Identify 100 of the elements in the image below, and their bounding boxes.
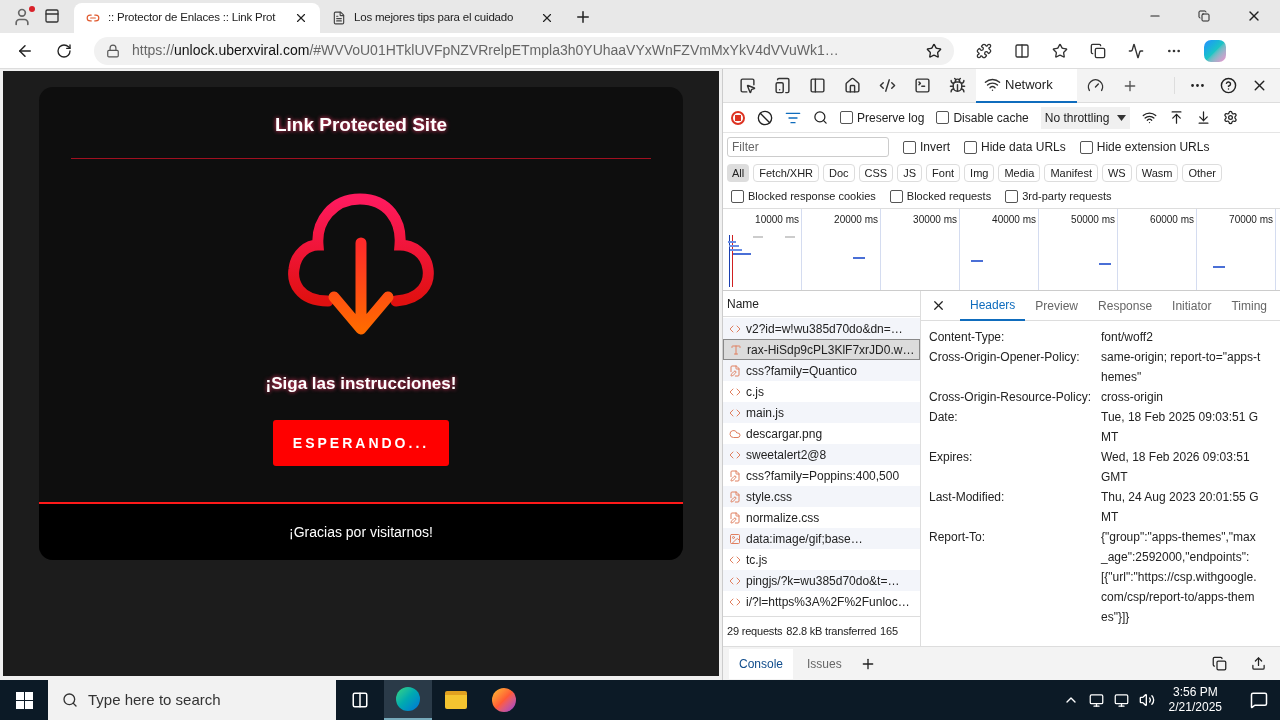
request-row[interactable]: main.js: [723, 402, 920, 423]
clear-icon[interactable]: [757, 109, 773, 126]
edge-icon[interactable]: [396, 687, 420, 711]
checkbox[interactable]: [1005, 190, 1019, 203]
request-row[interactable]: data:image/gif;base…: [723, 528, 920, 549]
detail-tab[interactable]: Preview: [1025, 290, 1089, 321]
reload-icon[interactable]: [56, 42, 72, 59]
type-filter[interactable]: Doc: [823, 164, 855, 182]
type-filter[interactable]: Font: [926, 164, 961, 182]
checkbox[interactable]: [731, 190, 744, 203]
request-row[interactable]: pingjs/?k=wu385d70do&t=…: [723, 570, 920, 591]
stylesheet-icon: [729, 364, 741, 377]
favorites-icon[interactable]: [1052, 42, 1068, 59]
tab-title: Los mejores tips para el cuidado: [354, 10, 515, 26]
detail-tab[interactable]: Headers: [960, 290, 1026, 321]
type-filter[interactable]: Wasm: [1135, 164, 1179, 182]
help-icon[interactable]: [1220, 77, 1237, 94]
undock-icon[interactable]: [1251, 656, 1266, 671]
profile-icon[interactable]: [12, 6, 32, 27]
header-name: Cross-Origin-Resource-Policy:: [929, 389, 1093, 406]
collections-icon[interactable]: [1090, 42, 1106, 59]
url-text: https://unlock.uberxviral.com/#WVVoU01HTklUVFpNZVRrelpETmpla3h0YUhaaVYxWnFZVmMxYkV4dVVuWk1…: [132, 41, 840, 60]
search-icon[interactable]: [813, 110, 828, 125]
favorite-icon[interactable]: [926, 42, 942, 59]
close-icon[interactable]: [540, 11, 554, 25]
new-tab-icon[interactable]: [574, 8, 592, 26]
windows-logo-icon[interactable]: [15, 691, 33, 709]
checkbox[interactable]: [889, 190, 903, 203]
tab-actions-icon[interactable]: [44, 8, 60, 24]
tab-title: :: Protector de Enlaces :: Link Prot: [108, 10, 277, 26]
drawer-tab[interactable]: Issues: [797, 648, 852, 679]
close-icon[interactable]: [294, 11, 308, 25]
request-row[interactable]: css?family=Quantico: [723, 360, 920, 381]
health-icon[interactable]: [1128, 42, 1144, 59]
checkbox[interactable]: [1079, 140, 1093, 154]
header-value: Thu, 24 Aug 2023 20:01:55 GMT: [1101, 489, 1260, 526]
type-filter[interactable]: Manifest: [1044, 164, 1098, 182]
checkbox-option[interactable]: Disable cache: [936, 108, 1029, 127]
request-row[interactable]: v2?id=w!wu385d70do&dn=…: [723, 318, 920, 339]
checkbox-option[interactable]: Preserve log: [840, 108, 925, 127]
network-conditions-icon[interactable]: [1142, 110, 1158, 125]
code-icon: [879, 77, 896, 94]
type-filter[interactable]: JS: [897, 164, 923, 182]
checkbox-option[interactable]: Blocked response cookies: [731, 188, 876, 205]
browser-tab[interactable]: Los mejores tips para el cuidado: [320, 3, 566, 33]
request-row[interactable]: sweetalert2@8: [723, 444, 920, 465]
dock-icon[interactable]: [1212, 656, 1227, 671]
clock[interactable]: 3:56 PM 2/21/2025: [1164, 685, 1226, 715]
browser-tab[interactable]: :: Protector de Enlaces :: Link Prot: [74, 3, 320, 33]
split-screen-icon[interactable]: [1014, 42, 1030, 59]
type-filter[interactable]: Fetch/XHR: [753, 164, 820, 182]
gauge-icon: [1086, 77, 1104, 94]
site-title: Link Protected Site: [274, 113, 448, 137]
type-filter[interactable]: WS: [1101, 164, 1132, 182]
checkbox-option[interactable]: Blocked requests: [889, 188, 992, 205]
link-icon: [86, 11, 100, 25]
checkbox[interactable]: [840, 111, 853, 124]
copilot-icon[interactable]: [1204, 39, 1226, 62]
checkbox-option[interactable]: 3rd-party requests: [1005, 188, 1112, 205]
address-bar[interactable]: https://unlock.uberxviral.com/#WVVoU01HTklUVFpNZVRrelpETmpla3h0YUhaaVYxWnFZVmMxYkV4dVVuWk1…: [94, 36, 954, 65]
detail-tab[interactable]: Timing: [1221, 290, 1277, 321]
checkbox[interactable]: [936, 111, 950, 124]
network-icon[interactable]: [1113, 692, 1129, 708]
type-filter[interactable]: Other: [1182, 164, 1222, 182]
header-value: cross-origin: [1101, 389, 1164, 406]
home-icon: [844, 77, 861, 94]
close-icon[interactable]: [931, 298, 946, 313]
header-value: Wed, 18 Feb 2026 09:03:51 GMT: [1101, 449, 1251, 486]
drawer-tab[interactable]: Console: [729, 648, 794, 679]
task-view-icon[interactable]: [351, 691, 369, 709]
checkbox-option[interactable]: Hide extension URLs: [1079, 138, 1210, 156]
restore-icon[interactable]: [1198, 10, 1210, 22]
network-tab[interactable]: Network: [976, 68, 1077, 103]
checkbox[interactable]: [903, 140, 916, 154]
type-filter[interactable]: Img: [964, 164, 995, 182]
waiting-button[interactable]: ESPERANDO...: [273, 420, 449, 466]
checkbox-option[interactable]: Invert: [903, 138, 950, 156]
time-tick: 20000 ms: [834, 213, 878, 227]
page-icon: [332, 11, 346, 25]
request-row[interactable]: style.css: [723, 486, 920, 507]
type-filter[interactable]: All: [727, 164, 750, 182]
taskbar-search[interactable]: Type here to search: [48, 680, 336, 720]
header-name: Expires:: [929, 449, 974, 466]
notifications-icon[interactable]: [1250, 691, 1268, 709]
extensions-icon[interactable]: [976, 42, 992, 59]
type-filter[interactable]: CSS: [858, 164, 894, 182]
record-icon[interactable]: [731, 110, 745, 125]
settings-icon[interactable]: [1223, 110, 1239, 125]
request-row[interactable]: rax-HiSdp9cPL3KlF7xrJD0.w…: [723, 339, 920, 360]
checkbox-option[interactable]: Hide data URLs: [964, 138, 1066, 156]
detail-tab[interactable]: Initiator: [1162, 290, 1222, 321]
time-tick: 60000 ms: [1150, 213, 1194, 227]
detail-tab[interactable]: Response: [1088, 290, 1163, 321]
type-filter[interactable]: Media: [998, 164, 1041, 182]
throttling-select[interactable]: No throttling: [1040, 106, 1131, 129]
volume-icon[interactable]: [1138, 692, 1155, 708]
filter-field[interactable]: Filter: [727, 137, 889, 157]
firefox-icon[interactable]: [492, 688, 516, 712]
checkbox[interactable]: [964, 140, 977, 154]
dock-icon: [809, 77, 826, 94]
